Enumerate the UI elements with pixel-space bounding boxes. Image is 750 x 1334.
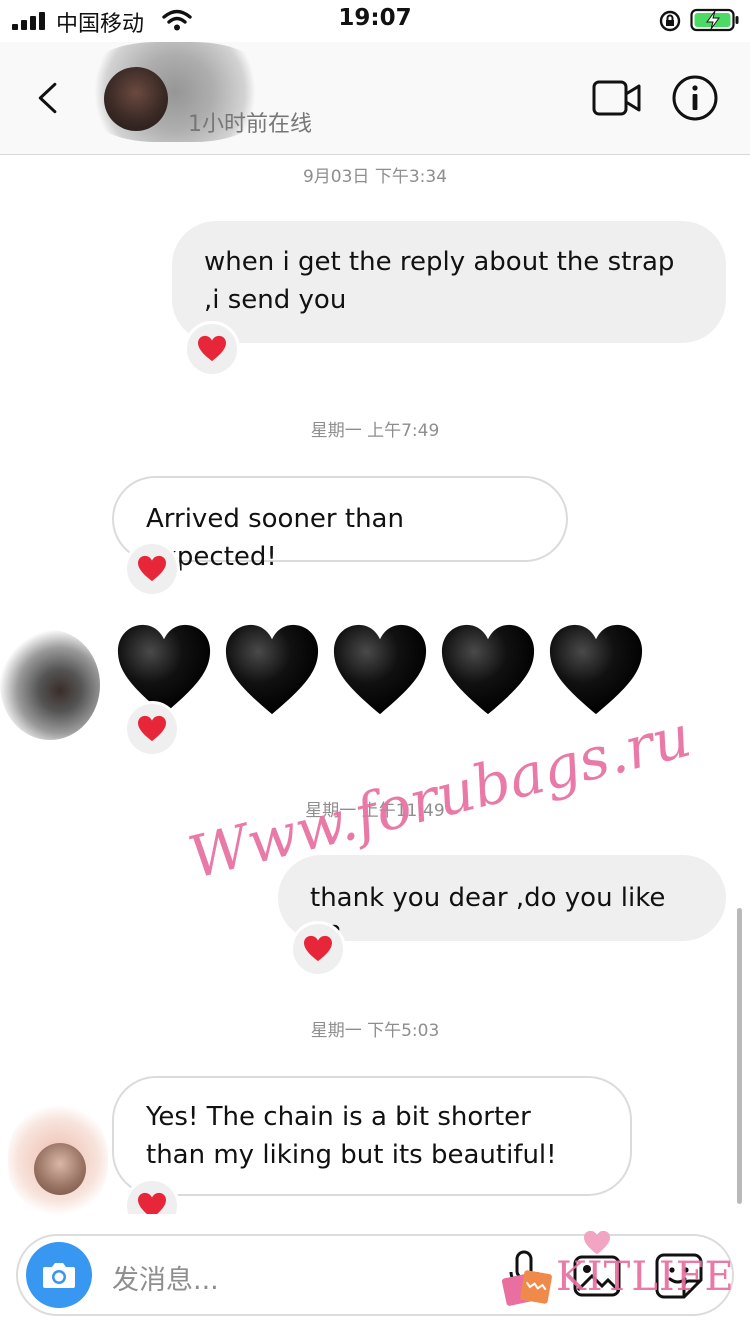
incoming-message-bubble[interactable]: Arrived sooner than expected! xyxy=(112,476,568,572)
sender-avatar[interactable] xyxy=(0,630,100,740)
black-heart-emoji xyxy=(225,624,319,715)
pink-heart-icon xyxy=(584,1230,610,1255)
incoming-message-bubble[interactable]: Yes! The chain is a bit shorter than my … xyxy=(112,1076,632,1196)
contact-avatar[interactable] xyxy=(104,67,168,131)
reaction-badge[interactable] xyxy=(124,701,180,757)
video-call-icon[interactable] xyxy=(592,78,642,118)
message-timestamp: 星期一 下午5:03 xyxy=(310,1021,440,1041)
camera-button[interactable] xyxy=(26,1242,92,1308)
shopping-bag-logo-icon xyxy=(501,1270,552,1306)
presence-status: 1小时前在线 xyxy=(188,112,312,137)
black-heart-emoji xyxy=(441,624,535,715)
red-heart-icon xyxy=(138,1192,166,1214)
message-text: when i get the reply about the strap ,i … xyxy=(204,247,675,315)
back-chevron-icon[interactable] xyxy=(36,80,60,116)
red-heart-icon xyxy=(304,935,332,962)
reaction-badge[interactable] xyxy=(290,921,346,977)
message-text: thank you dear ,do you like it? xyxy=(310,883,666,951)
sender-avatar[interactable] xyxy=(34,1143,86,1195)
clock: 19:07 xyxy=(338,5,412,31)
message-timestamp: 星期一 上午7:49 xyxy=(310,421,440,441)
reaction-badge-clip xyxy=(124,1178,180,1214)
battery-charging-icon xyxy=(690,8,739,32)
outgoing-message-bubble[interactable]: when i get the reply about the strap ,i … xyxy=(172,221,726,343)
camera-icon xyxy=(43,1263,75,1288)
reaction-badge[interactable] xyxy=(124,541,180,597)
red-heart-icon xyxy=(138,715,166,742)
reaction-badge[interactable] xyxy=(184,321,240,377)
reaction-badge[interactable] xyxy=(124,1178,180,1214)
scrollbar[interactable] xyxy=(737,908,742,1204)
red-heart-icon xyxy=(138,555,166,582)
black-heart-emoji xyxy=(333,624,427,715)
orientation-lock-icon xyxy=(659,10,681,32)
info-icon[interactable] xyxy=(672,75,718,121)
brand-watermark: KITLIFE xyxy=(556,1254,735,1300)
message-input[interactable]: 发消息... xyxy=(112,1258,219,1297)
message-text: Yes! The chain is a bit shorter than my … xyxy=(146,1102,557,1170)
red-heart-icon xyxy=(198,335,226,362)
status-bar: 中国移动 19:07 xyxy=(0,0,750,42)
message-text: Arrived sooner than expected! xyxy=(146,504,404,572)
message-timestamp: 9月03日 下午3:34 xyxy=(302,167,448,187)
black-heart-emoji xyxy=(549,624,643,715)
outgoing-message-bubble[interactable]: thank you dear ,do you like it? xyxy=(278,855,726,951)
